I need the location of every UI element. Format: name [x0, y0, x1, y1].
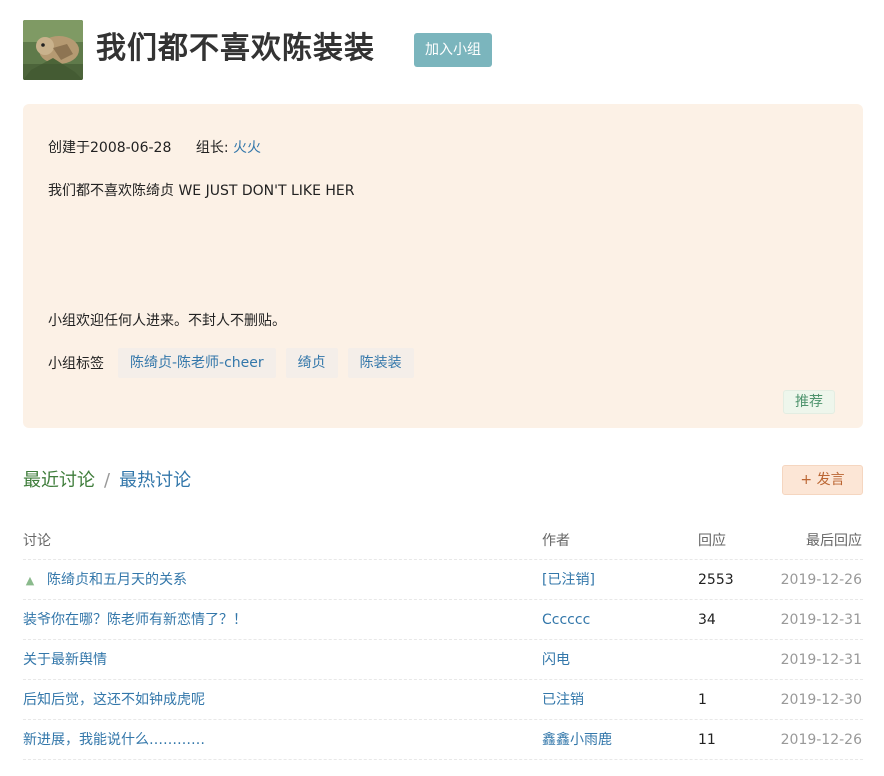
reply-count: 2553 — [698, 572, 734, 588]
tag-link[interactable]: 陈绮贞-陈老师-cheer — [118, 348, 276, 378]
last-reply-date: 2019-12-26 — [780, 732, 862, 748]
author-link[interactable]: Cccccc — [542, 600, 590, 640]
tag-link[interactable]: 陈装装 — [347, 348, 414, 378]
author-link[interactable]: 闪电 — [542, 640, 570, 680]
table-row: ▲ 陈绮贞和五月天的关系 [已注销] 2553 2019-12-26 — [23, 560, 863, 600]
topic-link[interactable]: 后知后觉，这还不如钟成虎呢 — [23, 680, 205, 720]
leader-label: 组长: — [195, 140, 229, 156]
reply-count: 34 — [698, 612, 716, 628]
group-header: 我们都不喜欢陈装装 加入小组 — [23, 20, 863, 80]
tag-link[interactable]: 绮贞 — [285, 348, 338, 378]
author-link[interactable]: [已注销] — [542, 560, 595, 600]
leader-link[interactable]: 火火 — [233, 140, 261, 156]
reply-count: 11 — [698, 732, 716, 748]
column-header-replies: 回应 — [698, 533, 726, 549]
topic-link[interactable]: 新进展，我能说什么………… — [23, 720, 205, 760]
table-row: 后知后觉，这还不如钟成虎呢 已注销 1 2019-12-30 — [23, 680, 863, 720]
topic-link[interactable]: 陈绮贞和五月天的关系 — [47, 572, 187, 588]
last-reply-date: 2019-12-30 — [780, 692, 862, 708]
discussion-tabs: 最近讨论 / 最热讨论 — [23, 466, 191, 496]
reply-count: 1 — [698, 692, 707, 708]
new-post-button[interactable]: + 发言 — [782, 465, 863, 495]
group-description: 我们都不喜欢陈绮贞 WE JUST DON'T LIKE HER — [48, 183, 355, 199]
author-link[interactable]: 已注销 — [542, 680, 584, 720]
table-header: 讨论 作者 回应 最后回应 — [23, 521, 863, 560]
column-header-title: 讨论 — [23, 533, 51, 549]
group-title: 我们都不喜欢陈装装 — [96, 31, 375, 66]
column-header-last-reply: 最后回应 — [806, 533, 862, 549]
column-header-author: 作者 — [542, 533, 570, 549]
discussion-table: 讨论 作者 回应 最后回应 ▲ 陈绮贞和五月天的关系 [已注销] 2553 201… — [23, 521, 863, 760]
group-avatar[interactable] — [23, 20, 83, 80]
table-row: 装爷你在哪？陈老师有新恋情了？！ Cccccc 34 2019-12-31 — [23, 600, 863, 640]
last-reply-date: 2019-12-26 — [780, 572, 862, 588]
tags-label: 小组标签 — [48, 356, 104, 372]
tab-separator: / — [104, 470, 111, 491]
pin-up-arrow-icon: ▲ — [25, 574, 35, 587]
group-info-panel: 创建于2008-06-28 组长: 火火 我们都不喜欢陈绮贞 WE JUST D… — [23, 104, 863, 428]
join-group-button[interactable]: 加入小组 — [414, 33, 492, 67]
topic-link[interactable]: 关于最新舆情 — [23, 640, 107, 680]
table-row: 关于最新舆情 闪电 2019-12-31 — [23, 640, 863, 680]
tab-recent-discussions[interactable]: 最近讨论 — [23, 470, 95, 491]
tab-hot-discussions[interactable]: 最热讨论 — [119, 470, 191, 491]
last-reply-date: 2019-12-31 — [780, 612, 862, 628]
created-date: 创建于2008-06-28 — [48, 140, 172, 156]
author-link[interactable]: 鑫鑫小雨鹿 — [542, 720, 612, 760]
row-title-cell: ▲ 陈绮贞和五月天的关系 — [23, 560, 187, 601]
recommend-button[interactable]: 推荐 — [783, 390, 835, 414]
last-reply-date: 2019-12-31 — [780, 652, 862, 668]
group-tags: 小组标签 陈绮贞-陈老师-cheer 绮贞 陈装装 — [48, 348, 424, 378]
topic-link[interactable]: 装爷你在哪？陈老师有新恋情了？！ — [23, 600, 247, 640]
group-meta: 创建于2008-06-28 组长: 火火 — [48, 137, 261, 157]
table-row: 新进展，我能说什么………… 鑫鑫小雨鹿 11 2019-12-26 — [23, 720, 863, 760]
group-welcome-text: 小组欢迎任何人进来。不封人不删贴。 — [48, 313, 286, 329]
